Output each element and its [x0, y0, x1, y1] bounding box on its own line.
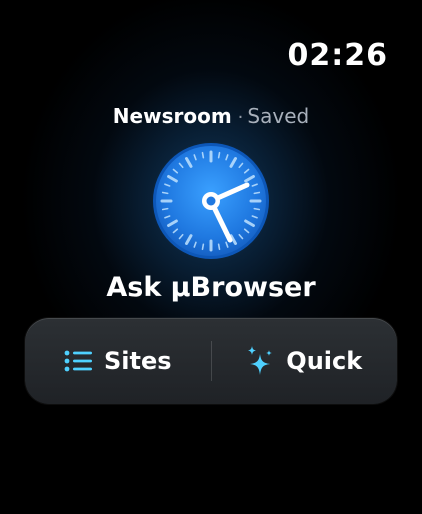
dial-tick — [161, 191, 169, 195]
dial-tick — [201, 151, 205, 159]
dial-tick — [161, 207, 169, 211]
compass-clock-icon[interactable] — [150, 140, 272, 262]
app-title: Ask µBrowser — [106, 272, 316, 303]
dial-tick — [253, 191, 261, 195]
context-line: Newsroom · Saved — [0, 104, 422, 128]
dial-tick — [253, 207, 261, 211]
context-status: Saved — [247, 104, 310, 128]
watch-screen: 02:26 Newsroom · Saved Ask µBrowser Site… — [0, 0, 422, 514]
dial-tick — [217, 151, 221, 159]
compass-clock-icon-graphic — [151, 141, 271, 261]
action-bar: Sites Quick — [25, 318, 397, 404]
context-site: Newsroom — [112, 104, 232, 128]
clock-time: 02:26 — [287, 38, 388, 73]
dial-tick — [201, 243, 205, 251]
quick-button[interactable]: Quick — [212, 318, 398, 404]
dial-tick — [217, 243, 221, 251]
sites-button[interactable]: Sites — [25, 318, 211, 404]
sparkles-icon — [248, 346, 273, 375]
context-separator: · — [237, 107, 244, 128]
list-icon — [64, 350, 92, 372]
sites-button-label: Sites — [103, 347, 172, 375]
quick-button-label: Quick — [286, 347, 363, 375]
